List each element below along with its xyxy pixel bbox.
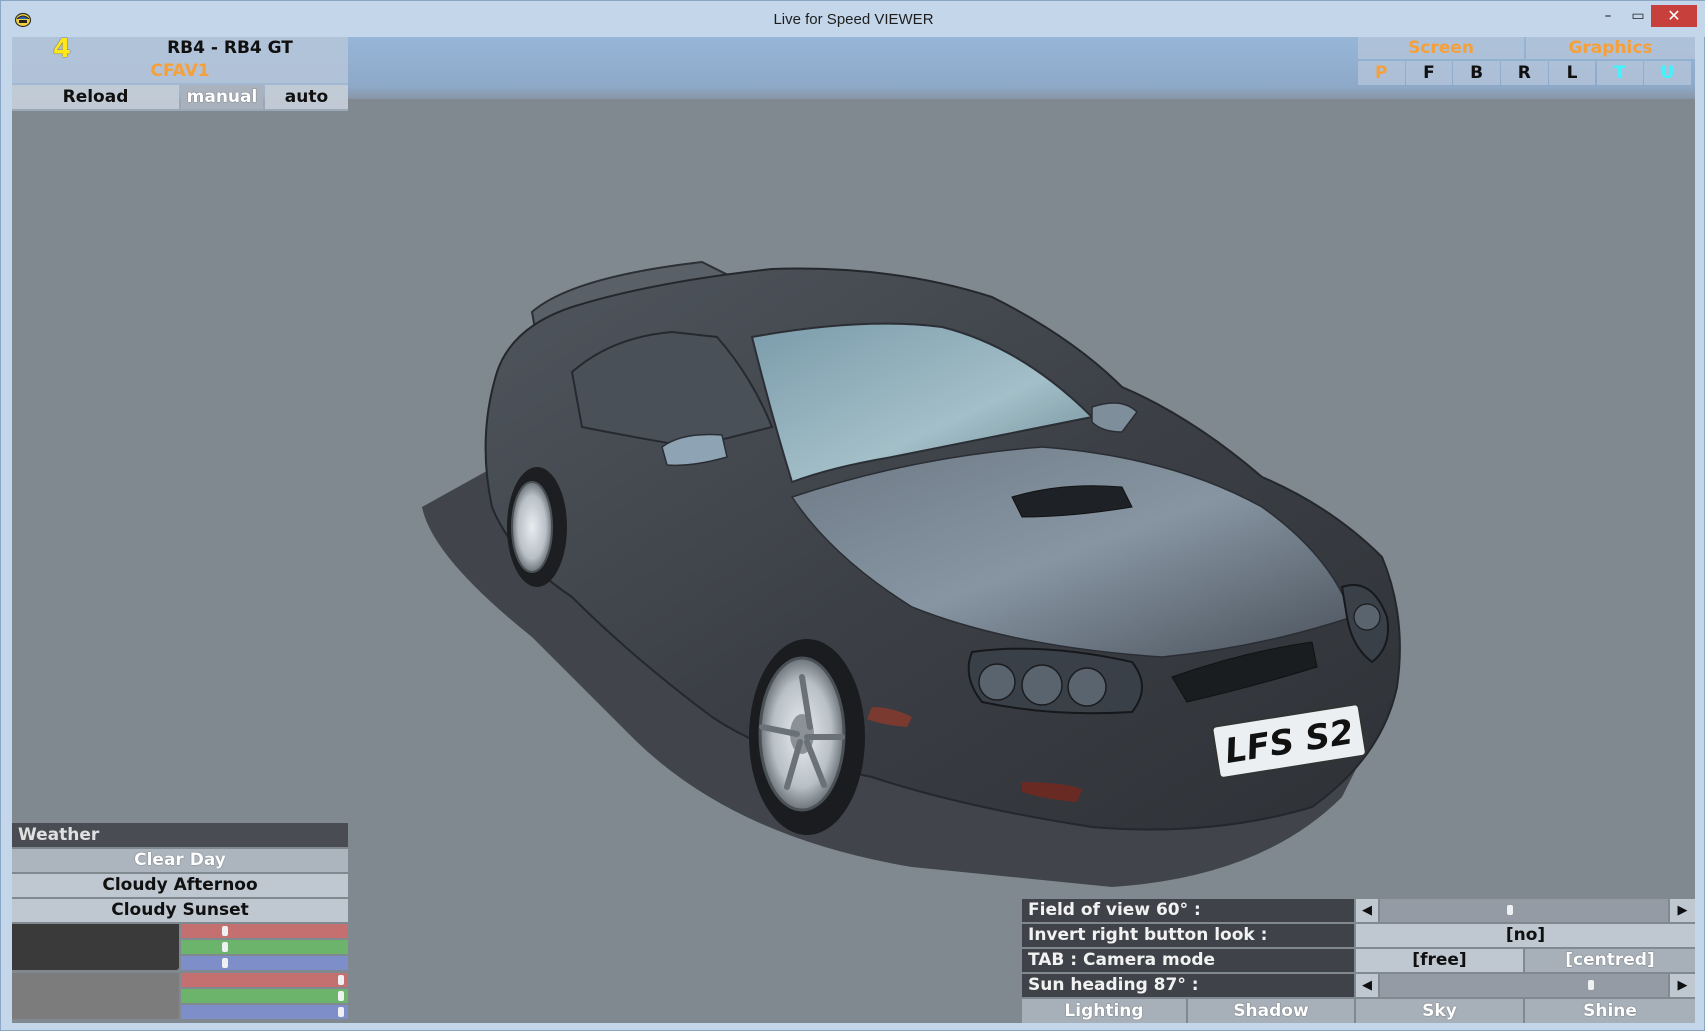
title-bar[interactable]: Live for Speed VIEWER – ▭ ✕ <box>1 1 1705 37</box>
fov-label: Field of view 60° : <box>1022 899 1354 922</box>
weather-option-clear-day[interactable]: Clear Day <box>12 849 348 872</box>
lighting-blue-slider[interactable] <box>181 956 348 970</box>
lighting-red-slider-knob[interactable] <box>338 975 344 985</box>
reload-button[interactable]: Reload <box>12 85 179 109</box>
fov-slider-knob[interactable] <box>1507 905 1513 915</box>
view-button-l[interactable]: L <box>1548 61 1596 85</box>
close-button[interactable]: ✕ <box>1651 5 1697 27</box>
auto-button[interactable]: auto <box>265 85 348 109</box>
camera-mode-centred-button[interactable]: [centred] <box>1525 949 1695 972</box>
fov-increase-button[interactable]: ▶ <box>1670 899 1695 922</box>
view-button-r[interactable]: R <box>1501 61 1548 85</box>
view-button-u[interactable]: U <box>1644 61 1691 85</box>
camera-mode-label: TAB : Camera mode <box>1022 949 1354 972</box>
lighting-blue-slider-knob[interactable] <box>338 1007 344 1017</box>
fov-decrease-button[interactable]: ◀ <box>1356 899 1378 922</box>
lighting-red-slider[interactable] <box>181 973 348 987</box>
weather-option-cloudy-sunset[interactable]: Cloudy Sunset <box>12 899 348 922</box>
tab-sky[interactable]: Sky <box>1356 999 1523 1023</box>
skin-name[interactable]: CFAV1 <box>12 59 348 83</box>
screen-button[interactable]: Screen <box>1358 37 1524 59</box>
car-number: 4 <box>52 37 72 59</box>
invert-look-toggle[interactable]: [no] <box>1356 924 1695 947</box>
weather-title: Weather <box>12 823 348 847</box>
invert-look-label: Invert right button look : <box>1022 924 1354 947</box>
lighting-red-slider[interactable] <box>181 924 348 938</box>
camera-mode-free-button[interactable]: [free] <box>1356 949 1523 972</box>
lighting-green-slider-knob[interactable] <box>338 991 344 1001</box>
graphics-button[interactable]: Graphics <box>1526 37 1695 59</box>
app-window: Live for Speed VIEWER – ▭ ✕ LFS S2 4 RB4… <box>0 0 1705 1031</box>
sun-heading-increase-button[interactable]: ▶ <box>1670 974 1695 997</box>
tab-shine[interactable]: Shine <box>1525 999 1695 1023</box>
maximize-button[interactable]: ▭ <box>1625 5 1651 27</box>
sun-heading-label: Sun heading 87° : <box>1022 974 1354 997</box>
car-name[interactable]: RB4 - RB4 GT <box>112 37 348 59</box>
lighting-color-swatch[interactable] <box>12 924 179 970</box>
lighting-green-slider[interactable] <box>181 989 348 1003</box>
fov-slider[interactable] <box>1380 899 1668 922</box>
tab-shadow[interactable]: Shadow <box>1188 999 1354 1023</box>
lighting-color-swatch[interactable] <box>12 973 179 1019</box>
sun-heading-slider[interactable] <box>1380 974 1668 997</box>
weather-option-cloudy-afternoon[interactable]: Cloudy Afternoo <box>12 874 348 897</box>
lighting-green-slider[interactable] <box>181 940 348 954</box>
window-title: Live for Speed VIEWER <box>773 11 934 28</box>
minimize-button[interactable]: – <box>1595 5 1621 27</box>
sun-heading-slider-knob[interactable] <box>1588 980 1594 990</box>
sun-heading-decrease-button[interactable]: ◀ <box>1356 974 1378 997</box>
manual-button[interactable]: manual <box>181 85 263 109</box>
lighting-blue-slider-knob[interactable] <box>222 958 228 968</box>
view-button-f[interactable]: F <box>1405 61 1453 85</box>
3d-viewport[interactable]: LFS S2 4 RB4 - RB4 GT CFAV1 Reload manua… <box>12 37 1695 1023</box>
view-button-p[interactable]: P <box>1358 61 1405 85</box>
view-button-t[interactable]: T <box>1596 61 1643 85</box>
lighting-green-slider-knob[interactable] <box>222 942 228 952</box>
view-button-b[interactable]: B <box>1453 61 1500 85</box>
car-number-cell: 4 <box>12 37 112 59</box>
tab-lighting[interactable]: Lighting <box>1022 999 1186 1023</box>
lighting-blue-slider[interactable] <box>181 1005 348 1019</box>
lighting-red-slider-knob[interactable] <box>222 926 228 936</box>
